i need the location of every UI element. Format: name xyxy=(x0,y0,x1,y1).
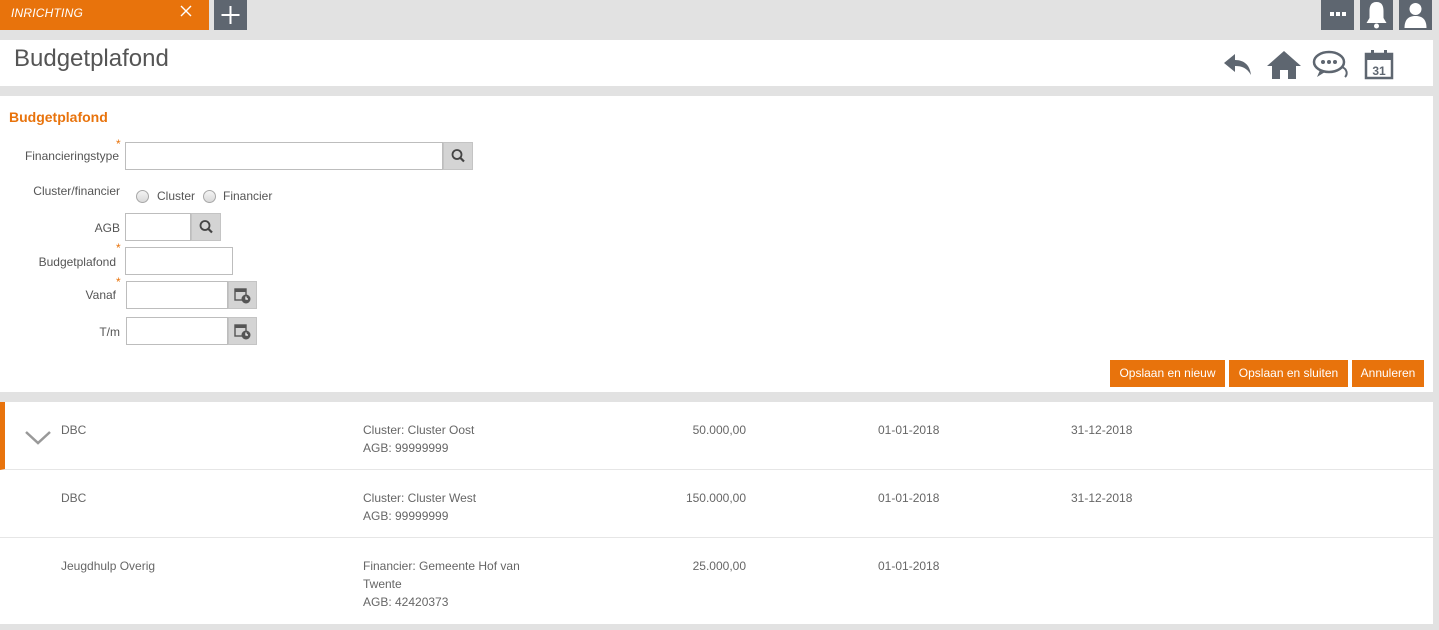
calendar-icon[interactable]: 31 xyxy=(1364,50,1394,80)
row-amount: 25.000,00 xyxy=(692,559,746,573)
budgetplafond-input[interactable] xyxy=(125,247,233,275)
section-title: Budgetplafond xyxy=(9,109,108,125)
row-desc-line: AGB: 99999999 xyxy=(363,441,449,455)
chevron-down-icon[interactable] xyxy=(24,430,52,446)
calendar-clock-icon xyxy=(234,288,251,304)
user-icon xyxy=(1404,3,1427,28)
notifications-button[interactable] xyxy=(1360,0,1393,30)
search-icon xyxy=(199,220,213,234)
calendar-clock-icon xyxy=(234,324,251,340)
page-title: Budgetplafond xyxy=(14,45,169,72)
row-from-date: 01-01-2018 xyxy=(878,491,940,505)
back-icon[interactable] xyxy=(1222,50,1254,78)
agb-input[interactable] xyxy=(125,213,191,241)
row-to-date: 31-12-2018 xyxy=(1071,491,1133,505)
save-and-new-button[interactable]: Opslaan en nieuw xyxy=(1110,360,1225,387)
vanaf-date-input[interactable] xyxy=(126,281,228,309)
tm-label: T/m xyxy=(99,325,120,339)
tab-bar: INRICHTING xyxy=(0,0,1439,30)
tm-date-input[interactable] xyxy=(126,317,228,345)
row-desc-line: Twente xyxy=(363,577,402,591)
close-icon[interactable] xyxy=(178,3,194,19)
financieringstype-search-button[interactable] xyxy=(443,142,473,170)
row-amount: 50.000,00 xyxy=(692,423,746,437)
row-amount: 150.000,00 xyxy=(685,491,746,505)
row-from-date: 01-01-2018 xyxy=(878,423,940,437)
page-header: Budgetplafond 31 xyxy=(0,40,1433,86)
row-type: Jeugdhulp Overig xyxy=(61,559,156,573)
required-marker: * xyxy=(116,275,121,289)
chat-icon[interactable] xyxy=(1312,50,1350,80)
agb-label: AGB xyxy=(94,221,120,235)
tab-label: INRICHTING xyxy=(11,6,83,20)
row-desc-line: AGB: 42420373 xyxy=(363,595,449,609)
cluster-financier-label: Cluster/financier xyxy=(33,184,120,198)
vanaf-date-picker-button[interactable] xyxy=(228,281,257,309)
row-type: DBC xyxy=(61,423,87,437)
required-marker: * xyxy=(116,241,121,255)
budgetplafond-list: DBC Cluster: Cluster Oost AGB: 99999999 … xyxy=(0,402,1433,624)
user-button[interactable] xyxy=(1399,0,1432,30)
financier-radio[interactable] xyxy=(203,190,216,203)
row-desc-line: AGB: 99999999 xyxy=(363,509,449,523)
agb-search-button[interactable] xyxy=(191,213,221,241)
more-icon xyxy=(1330,12,1346,16)
list-item[interactable]: DBC Cluster: Cluster West AGB: 99999999 … xyxy=(0,470,1433,538)
tab-inrichting[interactable]: INRICHTING xyxy=(0,0,209,30)
plus-icon xyxy=(221,6,240,24)
row-desc-line: Financier: Gemeente Hof van xyxy=(363,559,520,573)
row-desc-line: Cluster: Cluster Oost xyxy=(363,423,475,437)
svg-text:31: 31 xyxy=(1372,64,1386,78)
budgetplafond-label: Budgetplafond xyxy=(38,255,116,269)
financieringstype-label: Financieringstype xyxy=(24,149,119,163)
financieringstype-input[interactable] xyxy=(125,142,443,170)
list-item[interactable]: DBC Cluster: Cluster Oost AGB: 99999999 … xyxy=(0,402,1433,470)
tm-date-picker-button[interactable] xyxy=(228,317,257,345)
cluster-radio[interactable] xyxy=(136,190,149,203)
bell-icon xyxy=(1366,2,1387,29)
financier-radio-label: Financier xyxy=(223,189,273,203)
row-desc-line: Cluster: Cluster West xyxy=(363,491,477,505)
vanaf-label: Vanaf xyxy=(85,288,116,302)
row-type: DBC xyxy=(61,491,87,505)
row-to-date: 31-12-2018 xyxy=(1071,423,1133,437)
budgetplafond-form: Budgetplafond * Financieringstype Cluste… xyxy=(0,96,1433,392)
cancel-button[interactable]: Annuleren xyxy=(1352,360,1424,387)
cluster-radio-label: Cluster xyxy=(157,189,196,203)
row-from-date: 01-01-2018 xyxy=(878,559,940,573)
more-button[interactable] xyxy=(1321,0,1354,30)
home-icon[interactable] xyxy=(1266,50,1302,80)
search-icon xyxy=(451,149,465,163)
add-tab-button[interactable] xyxy=(214,0,247,30)
list-item[interactable]: Jeugdhulp Overig Financier: Gemeente Hof… xyxy=(0,538,1433,624)
save-and-close-button[interactable]: Opslaan en sluiten xyxy=(1229,360,1348,387)
